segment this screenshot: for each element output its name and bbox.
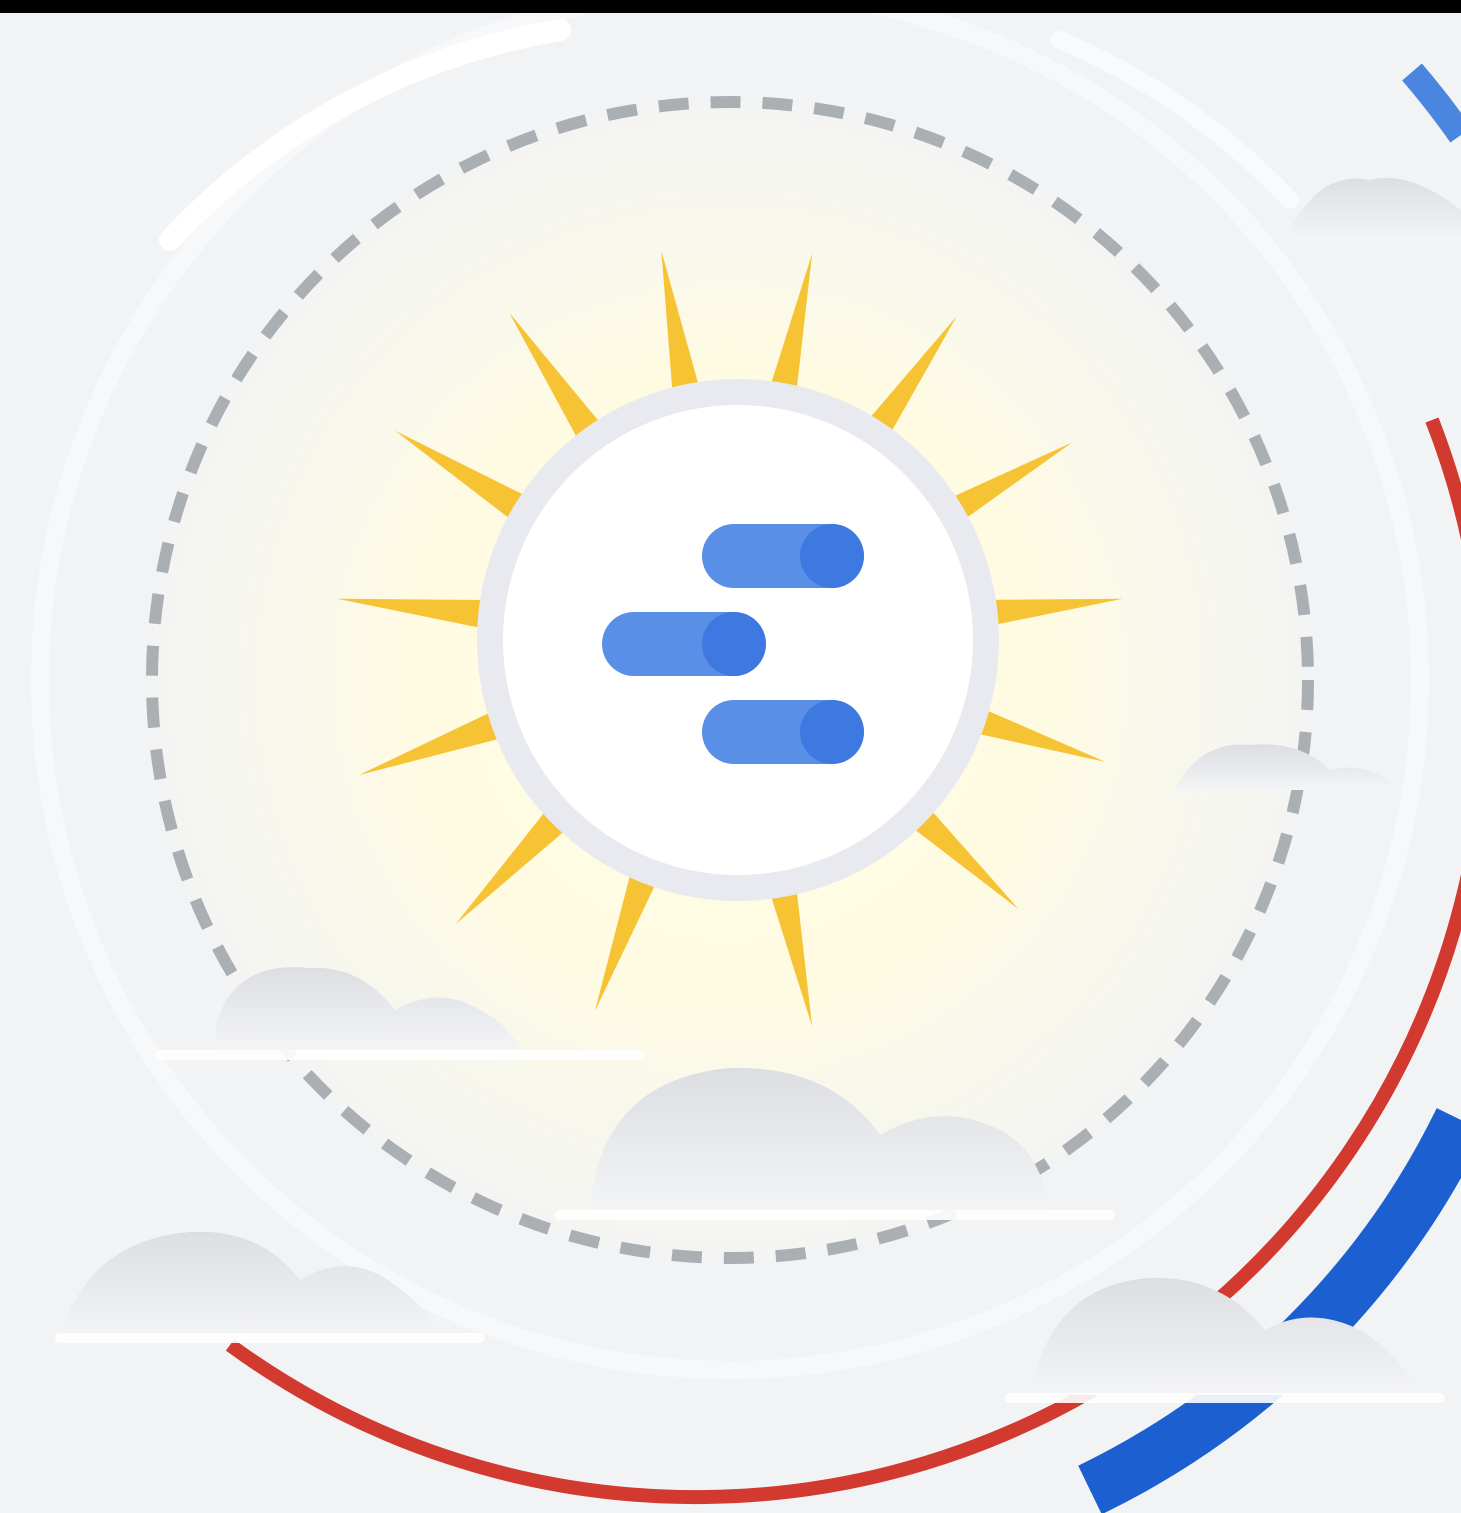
blue-arc-top — [1402, 63, 1461, 143]
illustration-canvas — [0, 0, 1461, 1513]
top-bar — [0, 0, 1461, 13]
sun-illustration — [31, 0, 1461, 1513]
